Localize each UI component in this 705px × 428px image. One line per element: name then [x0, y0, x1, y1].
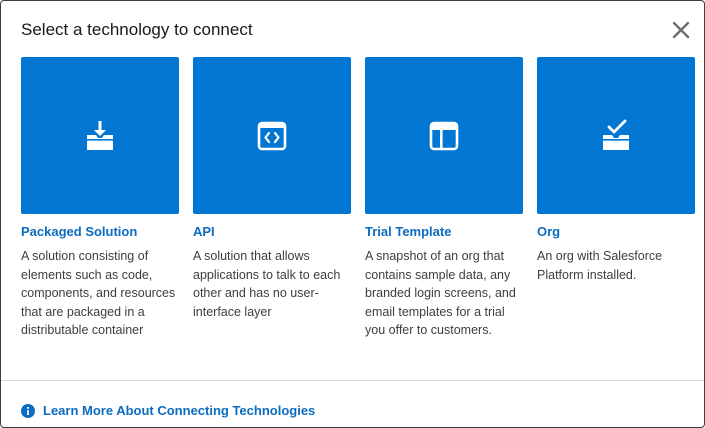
footer-divider: [1, 380, 704, 381]
card-packaged-solution[interactable]: Packaged Solution A solution consisting …: [21, 57, 179, 340]
tile-org[interactable]: [537, 57, 695, 214]
card-title[interactable]: Org: [537, 223, 695, 241]
card-description: A solution that allows applications to t…: [193, 249, 341, 319]
card-trial-template[interactable]: Trial Template A snapshot of an org that…: [365, 57, 523, 340]
code-window-icon: [257, 121, 287, 150]
card-description: A snapshot of an org that contains sampl…: [365, 249, 516, 337]
info-icon: [21, 403, 35, 418]
card-title[interactable]: Packaged Solution: [21, 223, 179, 241]
check-tray-icon: [603, 119, 629, 150]
card-org[interactable]: Org An org with Salesforce Platform inst…: [537, 57, 695, 284]
card-description: An org with Salesforce Platform installe…: [537, 249, 663, 282]
card-description: A solution consisting of elements such a…: [21, 249, 176, 337]
tile-packaged-solution[interactable]: [21, 57, 179, 214]
card-api[interactable]: API A solution that allows applications …: [193, 57, 351, 321]
tile-trial-template[interactable]: [365, 57, 523, 214]
tile-api[interactable]: [193, 57, 351, 214]
layout-template-icon: [429, 121, 459, 150]
download-tray-icon: [87, 120, 113, 150]
close-icon: [672, 21, 690, 39]
modal-title: Select a technology to connect: [21, 20, 253, 39]
card-title[interactable]: API: [193, 223, 351, 241]
close-button[interactable]: [668, 17, 694, 43]
learn-more-link[interactable]: Learn More About Connecting Technologies: [21, 403, 315, 418]
connect-technology-modal: Select a technology to connect Packaged …: [0, 0, 705, 428]
card-title[interactable]: Trial Template: [365, 223, 523, 241]
learn-more-label[interactable]: Learn More About Connecting Technologies: [43, 403, 315, 418]
